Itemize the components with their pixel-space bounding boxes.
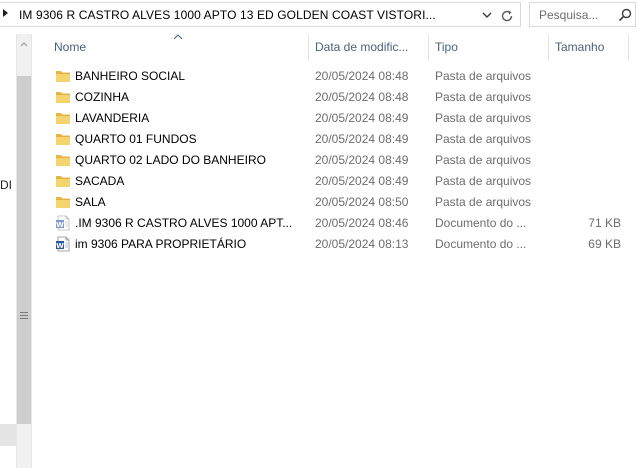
column-header-size[interactable]: Tamanho — [549, 34, 629, 60]
file-row[interactable]: QUARTO 01 FUNDOS 20/05/2024 08:49 Pasta de… — [34, 129, 638, 150]
file-date: 20/05/2024 08:48 — [315, 69, 409, 83]
file-date: 20/05/2024 08:49 — [315, 132, 409, 146]
svg-text:W: W — [56, 242, 64, 250]
file-date: 20/05/2024 08:48 — [315, 90, 409, 104]
file-list: Nome Data de modific... Tipo Tamanho BAN… — [34, 30, 638, 468]
column-header-name[interactable]: Nome — [48, 34, 309, 60]
nav-item-label[interactable]: DI — [0, 178, 12, 192]
file-type: Pasta de arquivos — [435, 111, 532, 125]
file-type: Pasta de arquivos — [435, 132, 532, 146]
file-type: Pasta de arquivos — [435, 90, 532, 104]
scrollbar-thumb[interactable] — [17, 76, 31, 424]
file-row[interactable]: BANHEIRO SOCIAL 20/05/2024 08:48 Pasta de … — [34, 66, 638, 87]
address-bar-row: IM 9306 R CASTRO ALVES 1000 APTO 13 ED G… — [0, 0, 638, 30]
scrollbar-grip-icon — [20, 312, 28, 320]
word-doc-icon: W — [55, 236, 71, 252]
svg-text:W: W — [56, 221, 64, 229]
column-header-type[interactable]: Tipo — [429, 34, 549, 60]
file-name: BANHEIRO SOCIAL — [75, 69, 186, 83]
column-header-date[interactable]: Data de modific... — [309, 34, 429, 60]
file-size — [550, 87, 621, 108]
file-size — [550, 66, 621, 87]
file-name: QUARTO 02 LADO DO BANHEIRO — [75, 153, 266, 167]
navigation-scrollbar[interactable] — [16, 34, 32, 468]
folder-icon — [55, 89, 71, 105]
file-name: .IM 9306 R CASTRO ALVES 1000 APT... — [75, 216, 293, 230]
file-row[interactable]: SACADA 20/05/2024 08:49 Pasta de arquivos — [34, 171, 638, 192]
file-type: Pasta de arquivos — [435, 174, 532, 188]
file-row[interactable]: QUARTO 02 LADO DO BANHEIRO 20/05/2024 08:… — [34, 150, 638, 171]
file-type: Pasta de arquivos — [435, 69, 532, 83]
folder-icon — [55, 68, 71, 84]
file-type: Documento do ... — [435, 237, 527, 251]
folder-icon — [55, 152, 71, 168]
file-type: Documento do ... — [435, 216, 527, 230]
file-size: 71 KB — [588, 216, 621, 230]
file-name: SACADA — [75, 174, 125, 188]
scroll-up-icon[interactable] — [17, 38, 31, 52]
file-size — [550, 171, 621, 192]
folder-icon — [55, 194, 71, 210]
file-date: 20/05/2024 08:49 — [315, 174, 409, 188]
refresh-icon[interactable] — [499, 8, 515, 24]
chevron-down-icon[interactable] — [481, 10, 493, 20]
file-name: COZINHA — [75, 90, 129, 104]
folder-icon — [55, 110, 71, 126]
word-doc-faded-icon: W — [55, 215, 71, 231]
file-row[interactable]: LAVANDERIA 20/05/2024 08:49 Pasta de arqui… — [34, 108, 638, 129]
file-size — [550, 192, 621, 213]
file-row[interactable]: COZINHA 20/05/2024 08:48 Pasta de arquivos — [34, 87, 638, 108]
file-row[interactable]: W .IM 9306 R CASTRO ALVES 1000 APT... 20/0… — [34, 213, 638, 234]
file-date: 20/05/2024 08:49 — [315, 111, 409, 125]
breadcrumb-arrow-icon[interactable] — [3, 9, 8, 17]
file-row[interactable]: Wim 9306 PARA PROPRIETÁRIO 20/05/2024 08:… — [34, 234, 638, 255]
folder-icon — [55, 173, 71, 189]
file-size — [550, 150, 621, 171]
search-placeholder[interactable]: Pesquisa... — [539, 8, 598, 22]
file-name: im 9306 PARA PROPRIETÁRIO — [75, 237, 247, 251]
file-name: QUARTO 01 FUNDOS — [75, 132, 197, 146]
navigation-pane: DI — [0, 30, 34, 468]
file-size — [550, 129, 621, 150]
file-date: 20/05/2024 08:50 — [315, 195, 409, 209]
file-type: Pasta de arquivos — [435, 153, 532, 167]
file-size — [550, 108, 621, 129]
file-date: 20/05/2024 08:49 — [315, 153, 409, 167]
folder-icon — [55, 131, 71, 147]
file-name: SALA — [75, 195, 106, 209]
search-icon[interactable] — [617, 7, 633, 23]
file-name: LAVANDERIA — [75, 111, 150, 125]
search-field[interactable]: Pesquisa... — [529, 2, 636, 27]
file-date: 20/05/2024 08:13 — [315, 237, 409, 251]
nav-bottom-item[interactable] — [0, 424, 16, 446]
address-path[interactable]: IM 9306 R CASTRO ALVES 1000 APTO 13 ED G… — [19, 8, 449, 22]
file-type: Pasta de arquivos — [435, 195, 532, 209]
address-bar[interactable]: IM 9306 R CASTRO ALVES 1000 APTO 13 ED G… — [0, 2, 521, 27]
file-size: 69 KB — [588, 237, 621, 251]
column-headers: Nome Data de modific... Tipo Tamanho — [34, 34, 638, 60]
file-date: 20/05/2024 08:46 — [315, 216, 409, 230]
file-row[interactable]: SALA 20/05/2024 08:50 Pasta de arquivos — [34, 192, 638, 213]
